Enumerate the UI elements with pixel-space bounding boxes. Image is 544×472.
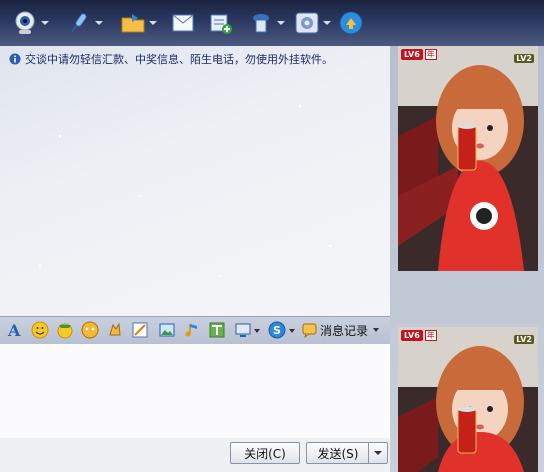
contact-photo	[398, 46, 538, 271]
close-button-label: 关闭(C)	[244, 446, 286, 461]
svg-text:A: A	[7, 321, 21, 339]
soso-search-icon[interactable]: S	[268, 321, 286, 339]
level-badge: LV6 年	[401, 330, 437, 341]
chat-history[interactable]: 交谈中请勿轻信汇款、中奖信息、陌生电话，勿使用外挂软件。	[0, 46, 390, 316]
create-group-icon	[210, 14, 232, 34]
chevron-down-icon[interactable]	[149, 21, 157, 25]
music-icon[interactable]	[183, 321, 201, 339]
screenshot-icon[interactable]	[131, 321, 149, 339]
apps-icon	[295, 12, 319, 34]
close-button[interactable]: 关闭(C)	[230, 442, 300, 464]
chevron-down-icon[interactable]	[41, 21, 49, 25]
create-group-button[interactable]	[208, 8, 234, 38]
level-badge: LV6 年	[401, 49, 437, 60]
year-badge: 年	[424, 49, 437, 60]
voice-call-icon	[71, 13, 87, 33]
video-call-icon	[15, 11, 35, 34]
share-icon	[339, 11, 363, 35]
star-level-badge: LV2	[514, 54, 534, 63]
send-button-label: 发送(S)	[317, 446, 359, 461]
font-icon[interactable]: A	[6, 321, 24, 339]
voice-call-button[interactable]	[66, 8, 103, 38]
send-button[interactable]: 发送(S)	[306, 442, 388, 464]
send-file-icon	[121, 14, 145, 33]
send-sms-button[interactable]	[170, 8, 196, 38]
vip-level: LV6	[401, 49, 423, 60]
info-icon	[9, 53, 21, 65]
avatar-panel: LV6 年 LV2 LV6 年 LV2	[390, 46, 544, 472]
send-options-dropdown[interactable]	[368, 443, 387, 463]
self-avatar[interactable]: LV6 年 LV2	[398, 327, 538, 472]
svg-text:S: S	[273, 324, 281, 337]
contact-avatar[interactable]: LV6 年 LV2	[398, 46, 538, 271]
magic-expression-icon[interactable]	[56, 321, 74, 339]
apps-button[interactable]	[294, 8, 331, 38]
message-input[interactable]	[0, 344, 390, 438]
image-icon[interactable]	[158, 321, 176, 339]
remote-assist-icon	[253, 14, 269, 33]
emoji-icon[interactable]	[81, 321, 99, 339]
bottom-bar: 关闭(C) 发送(S)	[0, 438, 390, 472]
emoticon-icon[interactable]	[31, 321, 49, 339]
message-history-icon	[302, 323, 317, 338]
message-history-label: 消息记录	[320, 323, 369, 338]
chevron-down-icon[interactable]	[373, 328, 380, 332]
scrawl-icon[interactable]	[208, 321, 226, 339]
remote-assist-button[interactable]	[248, 8, 285, 38]
chevron-down-icon[interactable]	[289, 329, 295, 333]
background-sparkles	[38, 104, 332, 277]
chevron-down-icon[interactable]	[323, 21, 331, 25]
vip-level: LV6	[401, 330, 423, 341]
security-notice: 交谈中请勿轻信汇款、中奖信息、陌生电话，勿使用外挂软件。	[9, 51, 333, 67]
send-sms-icon	[172, 14, 194, 32]
send-file-button[interactable]	[120, 8, 157, 38]
notice-text: 交谈中请勿轻信汇款、中奖信息、陌生电话，勿使用外挂软件。	[25, 53, 333, 66]
self-photo	[398, 327, 538, 472]
share-button[interactable]	[338, 8, 364, 38]
chevron-down-icon[interactable]	[254, 329, 260, 333]
chevron-down-icon[interactable]	[95, 21, 103, 25]
message-history-button[interactable]: 消息记录	[302, 320, 380, 340]
format-toolbar: A S 消息记录	[0, 316, 390, 345]
screen-share-icon[interactable]	[234, 321, 252, 339]
chevron-down-icon[interactable]	[277, 21, 285, 25]
year-badge: 年	[424, 330, 437, 341]
star-level-badge: LV2	[514, 335, 534, 344]
chevron-down-icon	[374, 451, 382, 455]
toolbar	[0, 0, 544, 46]
video-call-button[interactable]	[12, 8, 49, 38]
shake-icon[interactable]	[106, 321, 124, 339]
